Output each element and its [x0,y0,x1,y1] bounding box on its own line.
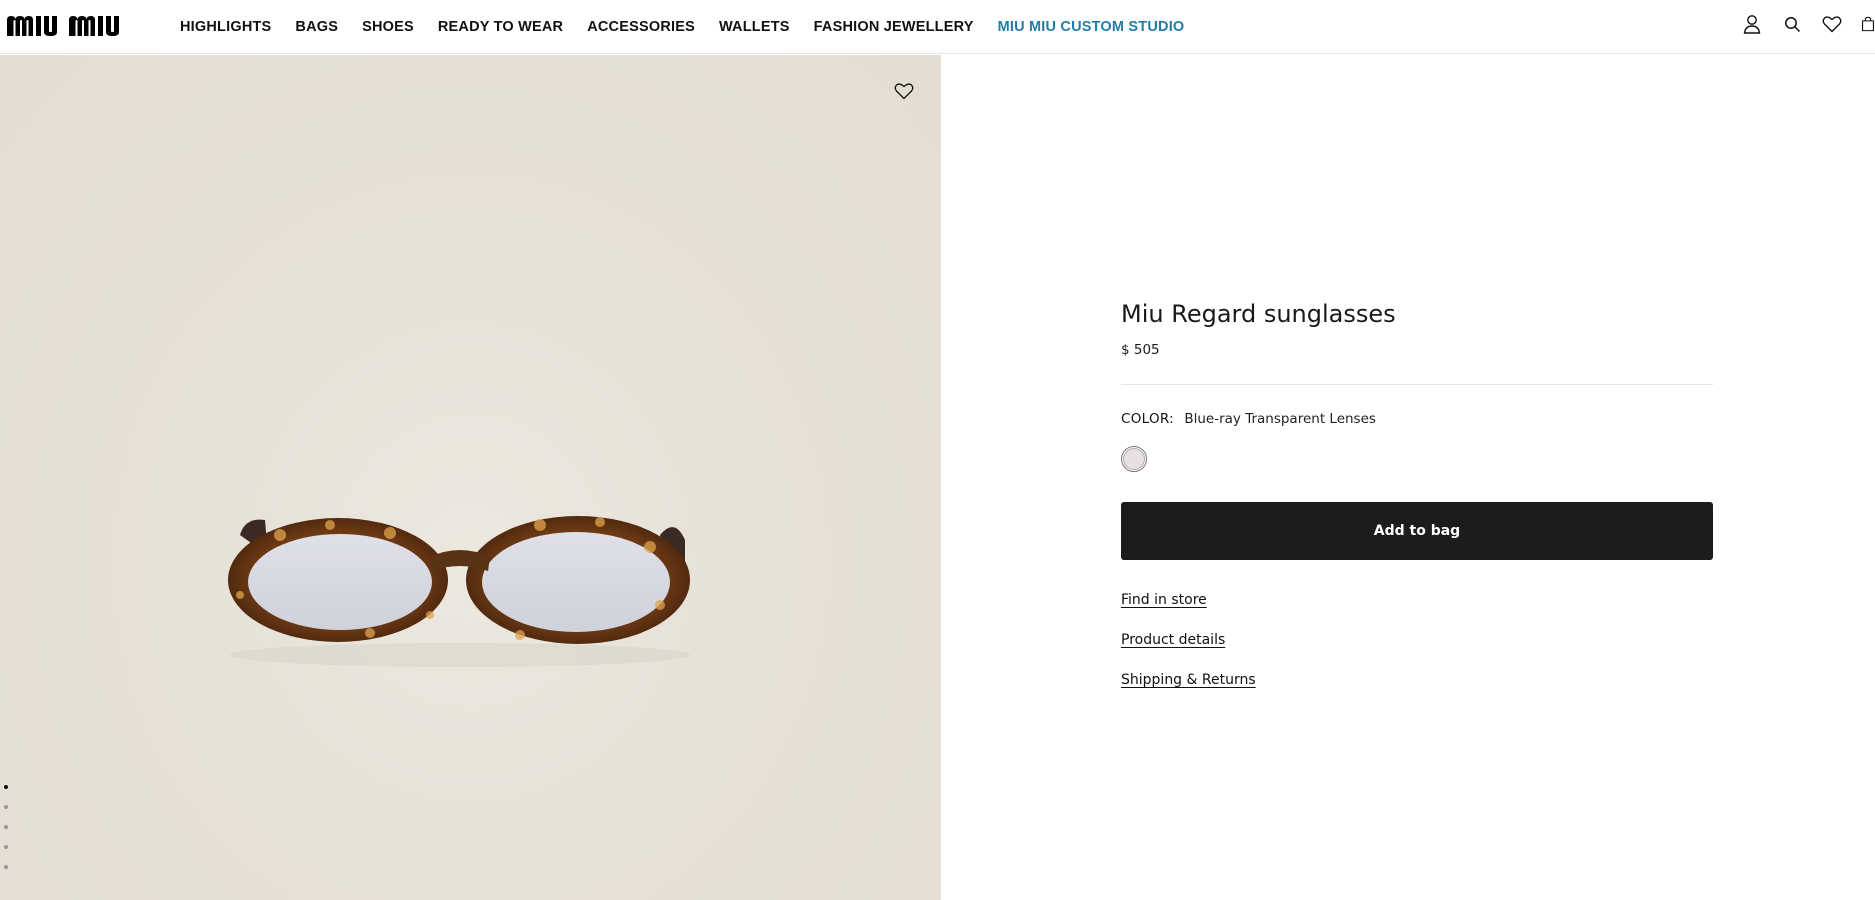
shipping-returns-link[interactable]: Shipping & Returns [1121,672,1256,688]
color-value: Blue-ray Transparent Lenses [1184,411,1376,427]
product-title: Miu Regard sunglasses [1121,300,1396,328]
gallery-dot[interactable] [4,845,8,849]
gallery-dot[interactable] [4,825,8,829]
account-icon[interactable] [1741,12,1763,36]
heart-icon [894,83,914,100]
header-actions [1741,12,1875,36]
miu-miu-logo[interactable] [5,10,155,42]
glasses-illustration [228,516,690,667]
product-gallery [0,55,941,900]
bag-icon[interactable] [1861,12,1875,36]
gallery-dot[interactable] [4,805,8,809]
nav-fashion-jewellery[interactable]: FASHION JEWELLERY [814,19,974,35]
product-price: $ 505 [1121,342,1160,358]
divider [1121,384,1713,385]
gallery-pagination [4,785,8,869]
product-image [220,495,700,680]
add-to-bag-button[interactable]: Add to bag [1121,502,1713,560]
color-swatch[interactable] [1121,446,1147,472]
swatch-fill [1123,448,1145,470]
color-label: COLOR: [1121,411,1175,427]
nav-wallets[interactable]: WALLETS [719,19,790,35]
nav-highlights[interactable]: HIGHLIGHTS [180,19,271,35]
nav-accessories[interactable]: ACCESSORIES [587,19,695,35]
gallery-dot[interactable] [4,785,8,789]
nav-custom-studio[interactable]: MIU MIU CUSTOM STUDIO [998,19,1185,35]
nav-shoes[interactable]: SHOES [362,19,414,35]
gallery-background [0,55,941,900]
wishlist-icon[interactable] [1821,12,1843,36]
color-selection: COLOR: Blue-ray Transparent Lenses [1121,411,1376,427]
nav-ready-to-wear[interactable]: READY TO WEAR [438,19,563,35]
logo-wordmark [7,16,119,36]
site-header: HIGHLIGHTS BAGS SHOES READY TO WEAR ACCE… [0,0,1875,54]
search-icon[interactable] [1781,12,1803,36]
nav-bags[interactable]: BAGS [295,19,338,35]
find-in-store-link[interactable]: Find in store [1121,592,1207,608]
gallery-dot[interactable] [4,865,8,869]
product-details-link[interactable]: Product details [1121,632,1225,648]
main-nav: HIGHLIGHTS BAGS SHOES READY TO WEAR ACCE… [180,0,1184,54]
gallery-wishlist-button[interactable] [893,80,915,102]
